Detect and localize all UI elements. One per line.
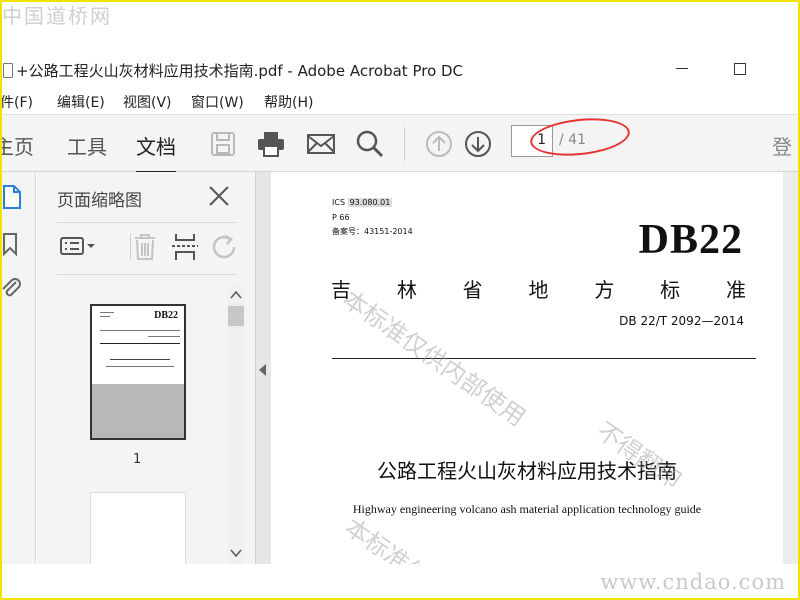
panel-divider-2 [57, 274, 237, 275]
menu-edit[interactable]: 编辑(E) [57, 92, 105, 112]
attachment-icon[interactable] [0, 276, 24, 302]
thumbnail-shade [92, 384, 184, 438]
next-page-icon[interactable] [463, 129, 493, 159]
menu-bar: 件(F) 编辑(E) 视图(V) 窗口(W) 帮助(H) [0, 88, 800, 114]
main-toolbar: 主页 工具 文档 1 / 41 登 [0, 114, 800, 174]
page-thumbnail-1[interactable]: DB22 [90, 304, 186, 440]
document-page: ICS 93.080.01 P 66 备案号：43151-2014 DB22 吉… [271, 172, 783, 564]
panel-collapse-handle[interactable] [255, 172, 271, 564]
right-scroll-area [783, 172, 800, 564]
scroll-down-icon[interactable] [230, 548, 242, 558]
standard-code: DB 22/T 2092—2014 [619, 314, 744, 328]
scroll-up-icon[interactable] [230, 290, 242, 300]
page-thumbnail-2[interactable] [90, 492, 186, 564]
minimize-button[interactable] [672, 60, 696, 78]
document-icon [3, 63, 13, 78]
maximize-button[interactable] [728, 60, 752, 78]
navigation-strip [0, 172, 36, 564]
window-title: +公路工程火山灰材料应用技术指南.pdf - Adobe Acrobat Pro… [16, 62, 464, 80]
scrollbar-thumb[interactable] [228, 306, 244, 326]
document-title-en: Highway engineering volcano ash material… [352, 502, 702, 516]
close-icon[interactable] [207, 184, 231, 208]
menu-help[interactable]: 帮助(H) [264, 92, 313, 112]
prev-page-icon[interactable] [424, 129, 454, 159]
options-menu-icon[interactable] [59, 230, 95, 264]
record-number: 备案号：43151-2014 [332, 227, 413, 236]
toolbar-divider [404, 127, 405, 161]
panel-divider [57, 222, 237, 223]
save-icon[interactable] [208, 129, 238, 159]
delete-icon[interactable] [128, 230, 162, 264]
thumb-db-code: DB22 [154, 310, 178, 321]
db-code: DB22 [638, 217, 743, 263]
bookmark-icon[interactable] [0, 232, 24, 258]
p-code: P 66 [332, 213, 350, 222]
collapse-arrow-icon [259, 364, 266, 376]
thumbnail-panel: 页面缩略图 DB22 1 [37, 172, 255, 564]
document-title-cn: 公路工程火山灰材料应用技术指南 [377, 459, 677, 483]
signin-partial[interactable]: 登 [772, 131, 792, 160]
header-rule [332, 358, 756, 359]
ics-code: ICS 93.080.01 [332, 198, 393, 207]
print-icon[interactable] [256, 129, 286, 159]
menu-view[interactable]: 视图(V) [123, 92, 172, 112]
tab-document[interactable]: 文档 [136, 131, 176, 174]
search-icon[interactable] [355, 129, 385, 159]
title-bar: +公路工程火山灰材料应用技术指南.pdf - Adobe Acrobat Pro… [0, 50, 800, 88]
rotate-icon[interactable] [207, 230, 241, 264]
province-standard-heading: 吉 林 省 地 方 标 准 [331, 278, 746, 302]
mail-icon[interactable] [306, 129, 336, 159]
insert-page-icon[interactable] [168, 230, 202, 264]
tab-tools[interactable]: 工具 [67, 131, 107, 160]
panel-title: 页面缩略图 [57, 191, 142, 211]
thumbnail-page-number: 1 [133, 452, 142, 467]
watermark-top: 中国道桥网 [2, 4, 112, 28]
thumbnail-scrollbar[interactable] [227, 286, 245, 564]
thumbnail-list: DB22 1 [37, 282, 227, 564]
tab-home[interactable]: 主页 [0, 131, 34, 160]
watermark-bottom: www.cndao.com [600, 570, 786, 594]
page-thumbnails-icon[interactable] [0, 184, 24, 210]
menu-window[interactable]: 窗口(W) [191, 92, 244, 112]
menu-file[interactable]: 件(F) [0, 92, 33, 112]
